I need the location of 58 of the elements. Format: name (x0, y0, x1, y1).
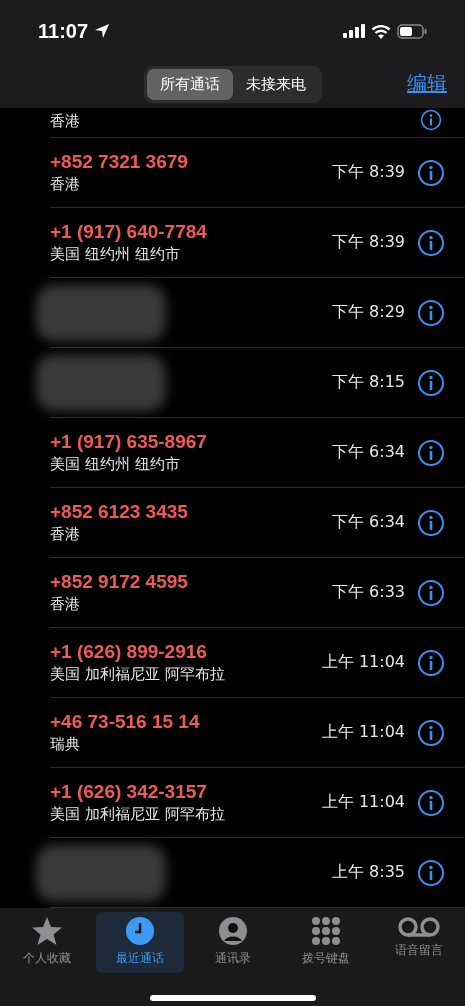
tab-bar-item[interactable]: 通讯录 (188, 912, 277, 973)
clock-icon (124, 916, 155, 946)
star-icon (30, 916, 63, 946)
battery-icon (397, 23, 427, 39)
info-icon[interactable] (417, 438, 445, 467)
info-icon[interactable] (417, 788, 445, 817)
call-time: 下午 8:29 (332, 302, 405, 323)
contact-icon (217, 916, 248, 946)
keypad-icon (310, 916, 341, 946)
call-time: 上午 11:04 (321, 722, 405, 743)
status-time: 11:07 (38, 19, 89, 43)
tab-bar-item[interactable]: 拨号键盘 (281, 912, 370, 973)
call-time: 下午 8:15 (332, 372, 405, 393)
info-icon[interactable] (417, 298, 445, 327)
call-time: 上午 11:04 (321, 652, 405, 673)
call-location: 香港 (50, 112, 81, 131)
info-icon[interactable] (420, 109, 442, 131)
phone-number: +852 7321 3679 (50, 151, 189, 173)
info-icon[interactable] (417, 718, 445, 747)
call-location: 美国 纽约州 纽约市 (50, 455, 181, 474)
edit-button[interactable]: 编辑 (407, 70, 447, 97)
wifi-icon (371, 23, 391, 39)
info-icon[interactable] (417, 158, 445, 187)
phone-number: +46 73-516 15 14 (50, 711, 201, 733)
call-location: 香港 (50, 175, 81, 194)
info-icon[interactable] (417, 858, 445, 887)
call-location: 香港 (50, 525, 81, 544)
location-arrow-icon (94, 23, 111, 39)
call-location: 美国 纽约州 纽约市 (50, 245, 181, 264)
call-time: 上午 8:35 (332, 862, 405, 883)
call-location: 香港 (50, 595, 81, 614)
phone-number: +852 6123 3435 (50, 501, 189, 523)
info-icon[interactable] (417, 368, 445, 397)
info-icon[interactable] (417, 228, 445, 257)
call-location: 瑞典 (50, 735, 81, 754)
tab-bar-item[interactable]: 语音留言 (374, 912, 463, 973)
call-location: 美国 加利福尼亚 阿罕布拉 (50, 805, 226, 824)
call-time: 下午 6:34 (332, 512, 405, 533)
info-icon[interactable] (417, 578, 445, 607)
call-time: 上午 11:04 (321, 792, 405, 813)
tab-bar-item[interactable]: 最近通话 (95, 912, 184, 973)
segment-tab[interactable]: 所有通话 (146, 68, 233, 100)
call-time: 下午 8:39 (332, 232, 405, 253)
voicemail-icon (396, 916, 441, 938)
call-time: 下午 8:39 (332, 162, 405, 183)
call-time: 下午 6:33 (332, 582, 405, 603)
info-icon[interactable] (417, 648, 445, 677)
phone-number: +852 9172 4595 (50, 571, 189, 593)
phone-number: +1 (626) 342-3157 (50, 781, 208, 803)
segment-tab[interactable]: 未接来电 (232, 68, 319, 100)
tab-bar-item[interactable]: 个人收藏 (2, 912, 91, 973)
info-icon[interactable] (417, 508, 445, 537)
call-time: 下午 6:34 (332, 442, 405, 463)
signal-icon (343, 24, 365, 38)
call-location: 美国 加利福尼亚 阿罕布拉 (50, 665, 226, 684)
phone-number: +1 (917) 640-7784 (50, 221, 208, 243)
phone-number: +1 (917) 635-8967 (50, 431, 208, 453)
phone-number: +1 (626) 899-2916 (50, 641, 208, 663)
